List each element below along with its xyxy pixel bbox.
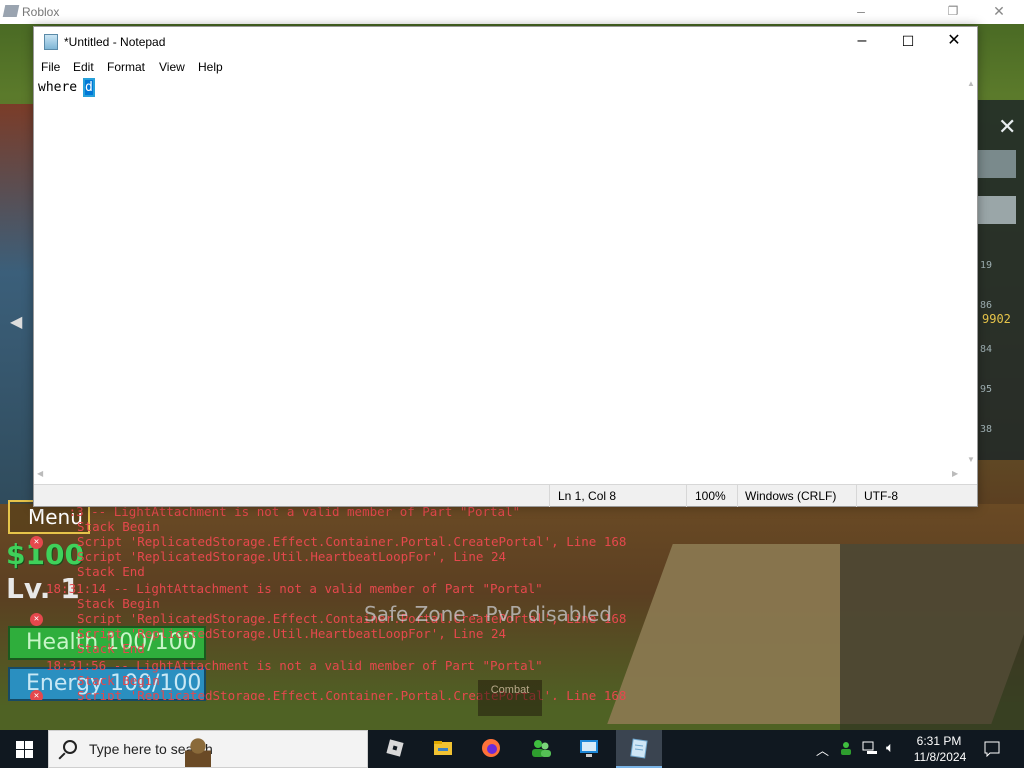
close-button[interactable]: ✕ [931,27,977,57]
clock-date[interactable]: 11/8/2024 [910,750,970,764]
console-line: Stack Begin [62,673,160,688]
windows-logo-pane [16,750,24,758]
status-divider [737,485,738,507]
editor-text-content: where [38,80,85,95]
panel-slot[interactable] [978,150,1016,178]
error-icon: ✕ [30,613,43,626]
scroll-down-arrow-icon[interactable]: ▼ [967,455,975,464]
scroll-up-arrow-icon[interactable]: ▲ [967,79,975,88]
roblox-icon [386,739,404,757]
menu-help[interactable]: Help [198,60,223,74]
scroll-corner [965,467,977,481]
status-divider [686,485,687,507]
menu-format[interactable]: Format [107,60,145,74]
windows-logo-icon [16,741,24,749]
remote-desktop-icon [580,740,598,757]
taskbar-notepad[interactable] [616,730,662,768]
status-bar: Ln 1, Col 8 100% Windows (CRLF) UTF-8 [34,484,977,507]
file-explorer-icon [434,741,452,755]
panel-slot[interactable] [978,196,1016,224]
combat-indicator: Combat [478,680,542,716]
text-editor[interactable]: where d [34,77,965,467]
people-icon[interactable] [838,740,854,756]
scroll-left-arrow-icon[interactable]: ◀ [37,469,43,478]
error-icon: ✕ [30,690,43,700]
sound-icon[interactable]: ◀ [10,312,28,331]
console-line: Script 'ReplicatedStorage.Util.Heartbeat… [62,549,507,564]
windows-logo-pane [25,750,33,758]
error-icon: ✕ [30,536,43,549]
console-line: Stack End [62,564,145,579]
scene-shadow [840,544,1024,730]
taskbar: Type here to search ︿ 🔈︎ 6:31 PM 11/8/20… [0,730,1024,768]
panel-number: 84 [980,344,993,355]
minimize-button[interactable]: – [839,27,885,57]
line-endings: Windows (CRLF) [745,489,837,503]
contacts-icon [532,740,551,757]
system-tray: ︿ 🔈︎ 6:31 PM 11/8/2024 [808,730,1024,768]
zoom-level: 100% [695,489,726,503]
taskbar-search[interactable]: Type here to search [48,730,368,768]
console-line: 18:31:56 -- LightAttachment is not a val… [46,658,543,673]
console-line: Script 'ReplicatedStorage.Util.Heartbeat… [62,626,507,641]
menu-view[interactable]: View [159,60,185,74]
taskbar-contacts[interactable] [518,730,564,768]
taskbar-firefox[interactable] [468,730,514,768]
start-button[interactable] [0,730,48,768]
panel-gold-value: 9902 [982,312,1011,326]
side-stats-panel: ✕ 19 86 9902 84 95 38 [976,100,1024,460]
menu-file[interactable]: File [41,60,60,74]
roblox-minimize-button[interactable]: – [838,0,884,24]
tray-chevron-up-icon[interactable]: ︿ [816,740,829,759]
roblox-restore-button[interactable]: ❐ [930,0,976,24]
roblox-titlebar: Roblox – ❐ ✕ [0,0,1024,24]
maximize-button[interactable]: ☐ [885,27,931,57]
panel-number: 38 [980,424,993,435]
panel-number: 86 [980,300,993,311]
roblox-window-title: Roblox [22,5,60,19]
firefox-icon [482,739,500,757]
notepad-titlebar[interactable]: *Untitled - Notepad – ☐ ✕ [34,27,977,57]
windows-logo-pane [25,741,33,749]
console-line: 18:31:14 -- LightAttachment is not a val… [46,581,543,596]
console-line: Stack End [62,641,145,656]
notepad-window: *Untitled - Notepad – ☐ ✕ File Edit Form… [33,26,978,507]
vertical-scrollbar[interactable]: ▲ ▼ [965,77,977,467]
search-icon-handle [58,752,66,760]
taskbar-file-explorer[interactable] [420,730,466,768]
network-icon[interactable] [862,741,878,755]
menu-edit[interactable]: Edit [73,60,94,74]
console-line: Stack Begin [62,519,160,534]
status-divider [549,485,550,507]
search-highlight-icon [185,737,211,767]
panel-number: 95 [980,384,993,395]
notepad-title: *Untitled - Notepad [64,35,166,49]
taskbar-roblox[interactable] [372,730,418,768]
selected-text: d [83,78,95,97]
safe-zone-banner: Safe Zone - PvP disabled [364,602,612,626]
clock-time[interactable]: 6:31 PM [916,734,962,748]
status-divider [856,485,857,507]
horizontal-scrollbar[interactable]: ◀ ▶ [34,467,965,481]
encoding: UTF-8 [864,489,898,503]
panel-number: 19 [980,260,993,271]
notification-icon[interactable] [984,741,1000,757]
roblox-app-icon [2,5,20,17]
scroll-right-arrow-icon[interactable]: ▶ [952,469,958,478]
cursor-position: Ln 1, Col 8 [558,489,617,503]
notepad-icon [630,738,648,759]
console-line: Script 'ReplicatedStorage.Effect.Contain… [62,534,627,549]
taskbar-remote-desktop[interactable] [566,730,612,768]
roblox-close-button[interactable]: ✕ [976,0,1022,24]
notepad-icon [44,34,58,50]
panel-close-icon[interactable]: ✕ [998,114,1016,140]
search-icon [63,740,77,754]
console-line: Stack Begin [62,596,160,611]
menu-bar: File Edit Format View Help [34,57,977,77]
editor-text[interactable]: where d [38,78,95,97]
volume-icon[interactable]: 🔈︎ [886,739,894,756]
